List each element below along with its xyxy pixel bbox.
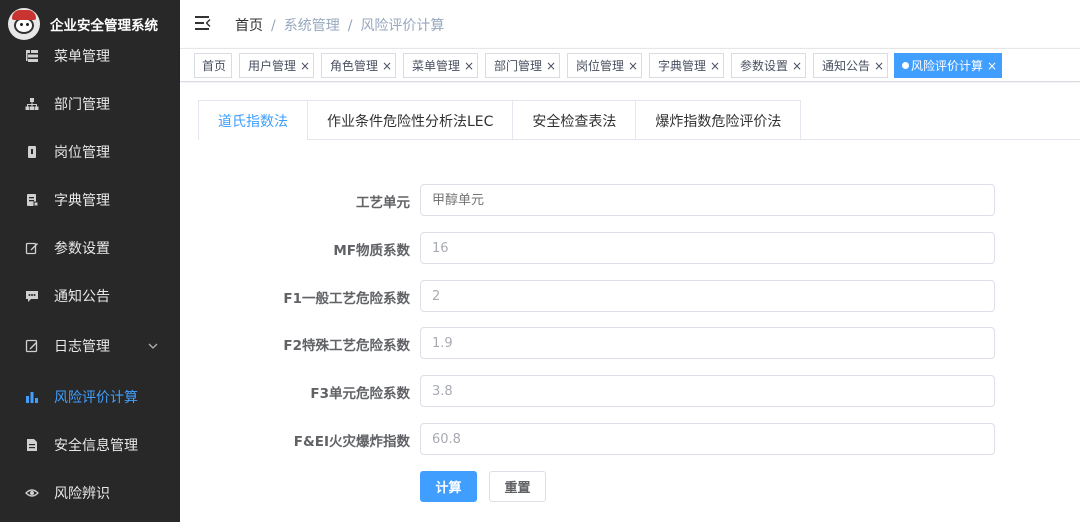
sidebar-item-label: 日志管理 xyxy=(54,339,110,355)
close-icon[interactable]: × xyxy=(546,59,556,73)
tag-notice[interactable]: 通知公告 × xyxy=(813,53,888,78)
breadcrumb: 首页 / 系统管理 / 风险评价计算 xyxy=(235,15,444,35)
breadcrumb-home[interactable]: 首页 xyxy=(235,18,263,34)
form-row-f3: F3单元危险系数 xyxy=(180,375,1080,407)
sidebar-item-label: 风险评价计算 xyxy=(54,390,138,406)
app-title: 企业安全管理系统 xyxy=(50,18,158,34)
breadcrumb-current: 风险评价计算 xyxy=(360,18,445,34)
sidebar-item-dept[interactable]: 部门管理 xyxy=(0,84,180,124)
tag-risk-calc[interactable]: 风险评价计算 × xyxy=(894,53,1002,78)
chevron-down-icon xyxy=(148,339,158,353)
method-tabs: 道氏指数法 作业条件危险性分析法LEC 安全检查表法 爆炸指数危险评价法 xyxy=(198,100,802,141)
fei-label: F&EI火灾爆炸指数 xyxy=(293,434,410,450)
breadcrumb-system: 系统管理 xyxy=(283,18,340,34)
sidebar-item-notice[interactable]: 通知公告 xyxy=(0,276,180,316)
sidebar-item-risk-identify[interactable]: 风险辨识 xyxy=(0,473,180,513)
tag-role[interactable]: 角色管理 × xyxy=(321,53,396,78)
document-icon xyxy=(25,438,39,452)
tag-dict[interactable]: 字典管理 × xyxy=(649,53,724,78)
f3-label: F3单元危险系数 xyxy=(310,386,410,402)
tab-lec[interactable]: 作业条件危险性分析法LEC xyxy=(307,101,512,140)
tags-view: 首页 用户管理 × 角色管理 × 菜单管理 × 部门管理 × 岗位管理 × 字典管理 × 参… xyxy=(180,48,1080,82)
sidebar-item-config[interactable]: 参数设置 xyxy=(0,228,180,268)
form-row-f1: F1一般工艺危险系数 xyxy=(180,280,1080,312)
form-row-f2: F2特殊工艺危险系数 xyxy=(180,327,1080,359)
breadcrumb-separator: / xyxy=(347,18,353,34)
process-unit-input[interactable] xyxy=(420,184,995,216)
mf-input[interactable] xyxy=(420,232,995,264)
form-row-fei: F&EI火灾爆炸指数 xyxy=(180,423,1080,455)
sidebar-item-safety-info[interactable]: 安全信息管理 xyxy=(0,425,180,465)
sidebar-item-label: 通知公告 xyxy=(54,289,110,305)
sidebar-item-label: 参数设置 xyxy=(54,241,110,257)
f1-input[interactable] xyxy=(420,280,995,312)
message-icon xyxy=(25,289,39,303)
active-dot-icon xyxy=(902,62,909,69)
sidebar-item-label: 安全信息管理 xyxy=(54,438,138,454)
tag-label: 字典管理 xyxy=(658,59,707,73)
tag-label: 部门管理 xyxy=(494,59,543,73)
top-navbar: 首页 / 系统管理 / 风险评价计算 xyxy=(180,0,1080,48)
close-icon[interactable]: × xyxy=(628,59,638,73)
edit-icon xyxy=(25,241,39,255)
tag-label: 菜单管理 xyxy=(412,59,461,73)
tab-checklist[interactable]: 安全检查表法 xyxy=(512,101,635,140)
sidebar: 企业安全管理系统 菜单管理 部门管理 岗位管理 字典管理 参数设置 通知公告 日… xyxy=(0,0,180,522)
f1-label: F1一般工艺危险系数 xyxy=(283,291,410,307)
dict-icon xyxy=(25,193,39,207)
form-row-process-unit: 工艺单元 xyxy=(180,184,1080,216)
tag-dept[interactable]: 部门管理 × xyxy=(485,53,560,78)
sidebar-item-post[interactable]: 岗位管理 xyxy=(0,132,180,172)
tag-menu[interactable]: 菜单管理 × xyxy=(403,53,478,78)
tag-label: 角色管理 xyxy=(330,59,379,73)
menu-toggle-icon[interactable] xyxy=(195,16,211,30)
tag-home[interactable]: 首页 xyxy=(194,53,232,78)
fei-input[interactable] xyxy=(420,423,995,455)
f3-input[interactable] xyxy=(420,375,995,407)
tag-label: 参数设置 xyxy=(740,59,789,73)
sidebar-item-label: 岗位管理 xyxy=(54,145,110,161)
tree-table-icon xyxy=(25,49,39,63)
sidebar-item-label: 菜单管理 xyxy=(54,49,110,65)
eye-icon xyxy=(25,486,39,500)
tag-post[interactable]: 岗位管理 × xyxy=(567,53,642,78)
f2-label: F2特殊工艺危险系数 xyxy=(283,338,410,354)
sidebar-item-risk-calc[interactable]: 风险评价计算 xyxy=(0,377,180,417)
org-tree-icon xyxy=(25,97,39,111)
sidebar-item-label: 风险辨识 xyxy=(54,486,110,502)
sidebar-item-dict[interactable]: 字典管理 xyxy=(0,180,180,220)
sidebar-item-label: 字典管理 xyxy=(54,193,110,209)
sidebar-item-menu[interactable]: 菜单管理 xyxy=(0,36,180,76)
sidebar-item-log[interactable]: 日志管理 xyxy=(0,326,180,366)
tag-label: 用户管理 xyxy=(248,59,297,73)
tag-user[interactable]: 用户管理 × xyxy=(239,53,314,78)
main-content: 道氏指数法 作业条件危险性分析法LEC 安全检查表法 爆炸指数危险评价法 工艺单… xyxy=(180,83,1080,522)
log-icon xyxy=(25,339,39,353)
sidebar-item-label: 部门管理 xyxy=(54,97,110,113)
tab-explosion-index[interactable]: 爆炸指数危险评价法 xyxy=(635,101,800,140)
process-unit-label: 工艺单元 xyxy=(356,195,410,211)
close-icon[interactable]: × xyxy=(987,59,997,73)
tag-label: 通知公告 xyxy=(822,59,871,73)
breadcrumb-separator: / xyxy=(271,18,276,34)
f2-input[interactable] xyxy=(420,327,995,359)
tag-label: 首页 xyxy=(202,59,227,73)
tag-label: 岗位管理 xyxy=(576,59,625,73)
close-icon[interactable]: × xyxy=(382,59,392,73)
calculate-button[interactable]: 计算 xyxy=(420,471,477,502)
post-icon xyxy=(25,145,39,159)
close-icon[interactable]: × xyxy=(464,59,474,73)
close-icon[interactable]: × xyxy=(874,59,884,73)
mf-label: MF物质系数 xyxy=(333,243,410,259)
reset-button[interactable]: 重置 xyxy=(489,471,546,502)
close-icon[interactable]: × xyxy=(792,59,802,73)
tag-config[interactable]: 参数设置 × xyxy=(731,53,806,78)
close-icon[interactable]: × xyxy=(300,59,310,73)
tag-label: 风险评价计算 xyxy=(911,59,984,73)
bar-chart-icon xyxy=(25,390,39,404)
close-icon[interactable]: × xyxy=(710,59,720,73)
tab-dow-index[interactable]: 道氏指数法 xyxy=(199,101,307,141)
form-row-mf: MF物质系数 xyxy=(180,232,1080,264)
